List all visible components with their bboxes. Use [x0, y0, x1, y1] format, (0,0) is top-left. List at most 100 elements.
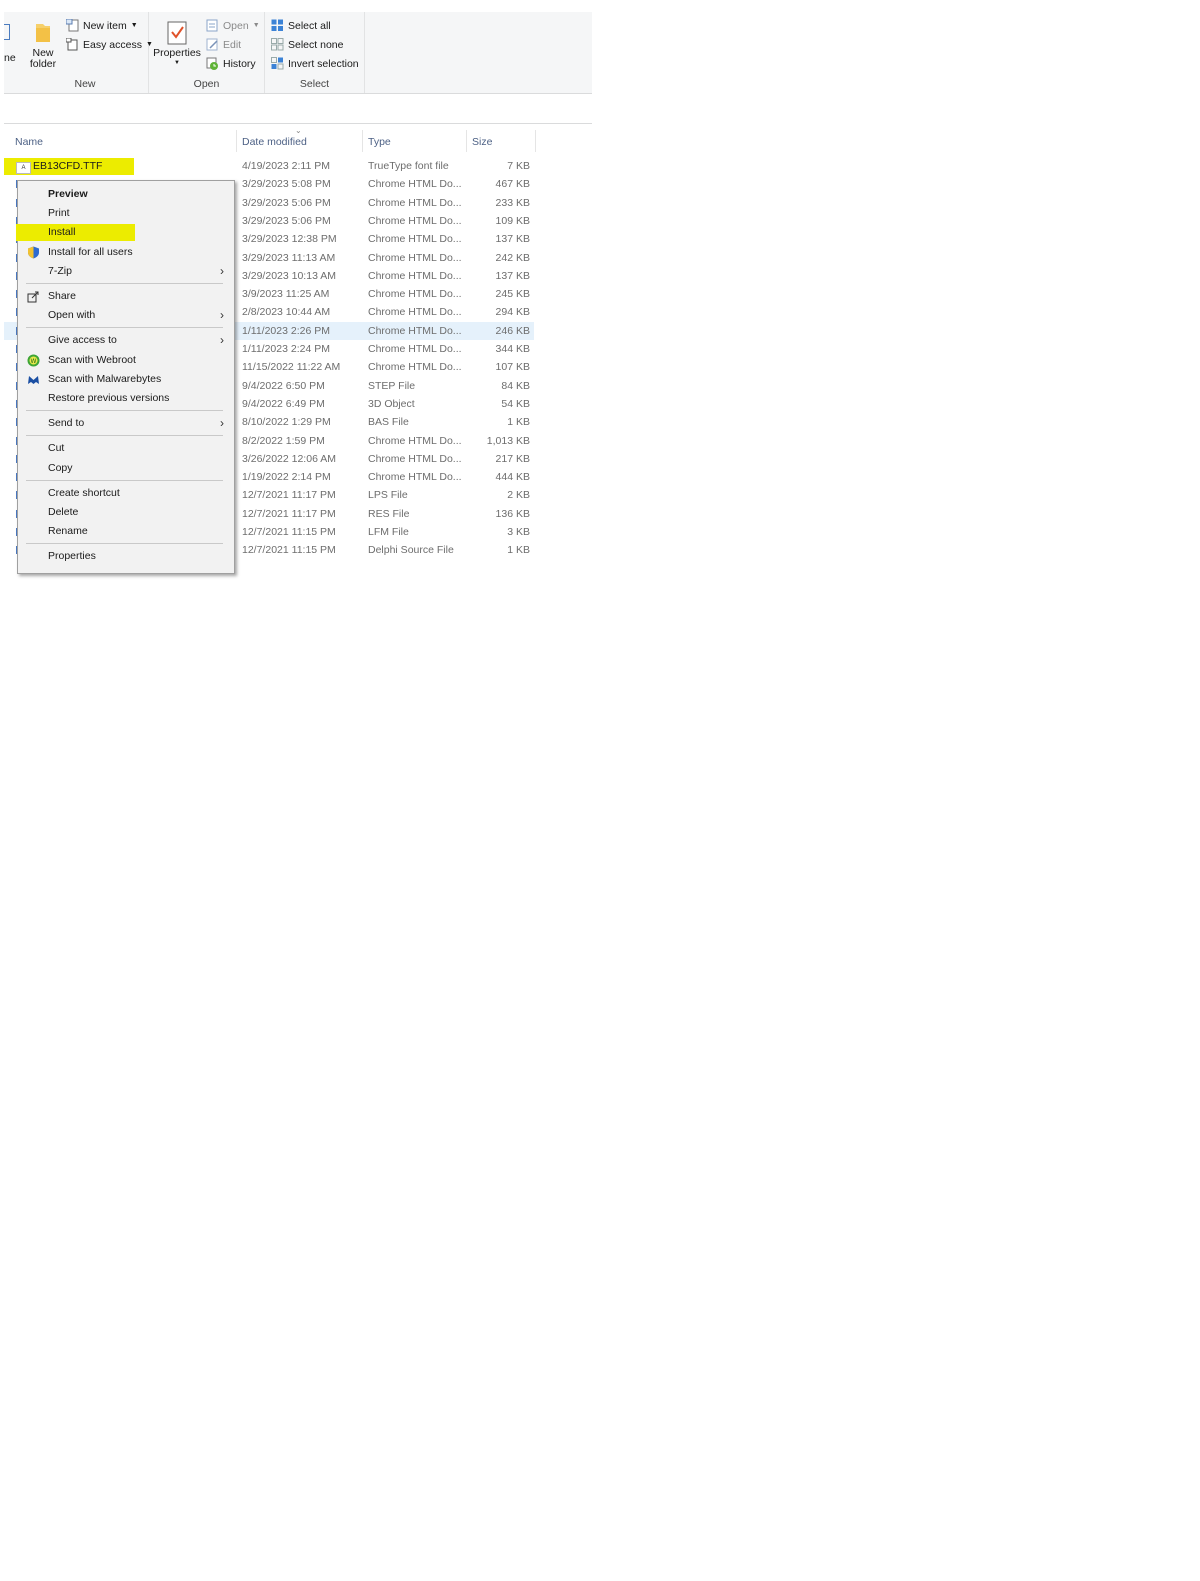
column-divider[interactable]: [535, 130, 536, 152]
edit-label: Edit: [223, 38, 242, 51]
easy-access-button[interactable]: Easy access ▼: [66, 38, 153, 51]
menu-item-label: Restore previous versions: [48, 392, 170, 404]
menu-separator: [26, 435, 223, 437]
file-name-highlight[interactable]: A EB13CFD.TTF: [4, 158, 134, 175]
file-date-modified: 3/29/2023 11:13 AM: [242, 251, 336, 264]
file-size: 245 KB: [495, 288, 530, 301]
address-bar-divider: [4, 123, 592, 124]
share-icon: [27, 290, 40, 303]
select-all-icon: [271, 19, 283, 31]
file-explorer-window: ne New folder New item ▼ Easy access ▼ N…: [0, 0, 592, 580]
open-button[interactable]: Open ▼: [206, 19, 260, 32]
menu-item-print[interactable]: Print: [18, 204, 234, 223]
file-size: 54 KB: [501, 397, 530, 410]
column-header-type[interactable]: Type: [368, 136, 391, 148]
file-size: 137 KB: [495, 269, 530, 282]
file-type: Chrome HTML Do...: [368, 324, 462, 337]
dropdown-arrow-icon: ▼: [174, 60, 180, 66]
menu-item-preview[interactable]: Preview: [18, 185, 234, 204]
file-type: Chrome HTML Do...: [368, 452, 462, 465]
chevron-right-icon: ›: [220, 263, 224, 278]
invert-selection-button[interactable]: Invert selection: [271, 57, 359, 70]
file-date-modified: 9/4/2022 6:50 PM: [242, 379, 325, 392]
menu-item-scan-with-webroot[interactable]: W Scan with Webroot: [18, 351, 234, 370]
ribbon-group-new: New folder New item ▼ Easy access ▼ New: [22, 12, 153, 93]
menu-item-7-zip[interactable]: 7-Zip ›: [18, 262, 234, 281]
menu-item-give-access-to[interactable]: Give access to ›: [18, 331, 234, 350]
menu-item-label: Share: [48, 290, 77, 302]
column-divider[interactable]: [466, 130, 467, 152]
menu-item-copy[interactable]: Copy: [18, 459, 234, 478]
webroot-icon: W: [27, 354, 40, 367]
menu-item-label: Properties: [48, 550, 96, 563]
new-folder-button[interactable]: New folder: [26, 20, 60, 70]
ribbon-group-open: Properties ▼ Open ▼ Edit History Open: [149, 12, 265, 93]
menu-item-install[interactable]: Install: [16, 223, 234, 242]
properties-button[interactable]: Properties ▼: [151, 20, 203, 67]
file-type: Chrome HTML Do...: [368, 196, 462, 209]
menu-item-install-for-all-users[interactable]: Install for all users: [18, 243, 234, 262]
menu-item-share[interactable]: Share: [18, 287, 234, 306]
column-header-name[interactable]: Name: [15, 136, 43, 148]
file-date-modified: 12/7/2021 11:15 PM: [242, 526, 336, 538]
group-label-new: New: [74, 78, 96, 90]
file-size: 217 KB: [495, 452, 530, 465]
menu-item-create-shortcut[interactable]: Create shortcut: [18, 484, 234, 503]
menu-separator: [26, 283, 223, 284]
file-size: 444 KB: [495, 471, 530, 484]
history-label: History: [223, 57, 256, 70]
properties-label: Properties: [153, 47, 201, 59]
file-date-modified: 3/29/2023 5:06 PM: [242, 214, 331, 227]
file-date-modified: 3/29/2023 10:13 AM: [242, 269, 336, 282]
file-type: Chrome HTML Do...: [368, 178, 462, 191]
file-size: 344 KB: [495, 343, 530, 355]
menu-item-label: Scan with Webroot: [48, 353, 136, 366]
menu-item-cut[interactable]: Cut: [18, 439, 234, 458]
file-date-modified: 12/7/2021 11:17 PM: [242, 489, 336, 502]
group-label-open: Open: [193, 78, 220, 90]
history-button[interactable]: History: [206, 57, 256, 70]
file-date-modified: 1/11/2023 2:24 PM: [242, 343, 330, 355]
file-size: 242 KB: [495, 251, 530, 264]
column-divider[interactable]: [362, 130, 363, 152]
menu-separator: [26, 479, 223, 481]
file-date-modified: 3/29/2023 5:06 PM: [242, 196, 331, 209]
file-type: Chrome HTML Do...: [368, 471, 462, 484]
menu-item-properties[interactable]: Properties: [18, 547, 234, 566]
file-size: 7 KB: [507, 160, 530, 172]
file-type: Chrome HTML Do...: [368, 251, 462, 264]
file-date-modified: 3/26/2022 12:06 AM: [242, 452, 336, 465]
menu-item-rename[interactable]: Rename: [18, 522, 234, 541]
edit-button[interactable]: Edit: [206, 38, 241, 51]
select-none-label: Select none: [288, 38, 344, 51]
file-size: 136 KB: [495, 507, 530, 520]
menu-item-scan-with-malwarebytes[interactable]: Scan with Malwarebytes: [18, 370, 234, 389]
column-header-size[interactable]: Size: [472, 136, 492, 148]
sort-indicator-icon: ⌄: [295, 126, 302, 135]
select-none-icon: [271, 38, 284, 51]
new-item-button[interactable]: New item ▼: [66, 19, 138, 32]
column-header-date-modified[interactable]: Date modified: [242, 136, 307, 148]
shield-icon: [27, 246, 40, 259]
chevron-right-icon: ›: [220, 416, 224, 431]
menu-item-label: Install: [48, 226, 76, 239]
menu-item-open-with[interactable]: Open with ›: [18, 306, 234, 325]
new-item-label: New item: [83, 19, 127, 32]
menu-item-restore-previous-versions[interactable]: Restore previous versions: [18, 389, 234, 408]
file-date-modified: 12/7/2021 11:15 PM: [242, 544, 336, 557]
file-type: LFM File: [368, 526, 409, 538]
select-all-button[interactable]: Select all: [271, 19, 331, 32]
file-date-modified: 4/19/2023 2:11 PM: [242, 160, 330, 172]
menu-item-delete[interactable]: Delete: [18, 503, 234, 522]
file-type: Chrome HTML Do...: [368, 343, 462, 355]
new-item-icon: [66, 19, 79, 32]
file-size: 3 KB: [507, 526, 530, 538]
context-menu: Preview Print Install Install for all users…: [16, 180, 235, 574]
file-size: 84 KB: [501, 379, 530, 392]
menu-item-label: Scan with Malwarebytes: [48, 372, 162, 385]
select-none-button[interactable]: Select none: [271, 38, 343, 51]
menu-item-send-to[interactable]: Send to ›: [18, 414, 234, 433]
column-divider[interactable]: [236, 130, 237, 152]
menu-item-label: Send to: [48, 417, 85, 430]
ribbon-group-select: Select all Select none Invert selection …: [265, 12, 365, 93]
